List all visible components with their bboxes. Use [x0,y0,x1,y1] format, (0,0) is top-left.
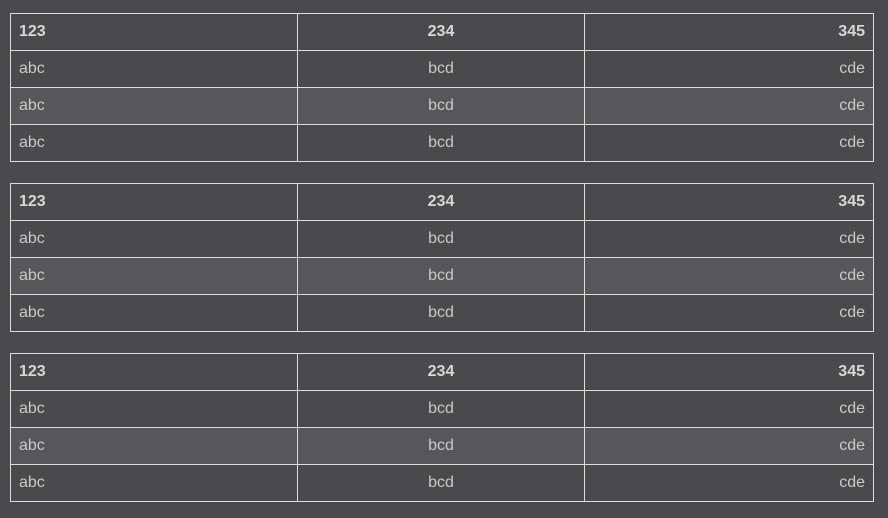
tables-container: 123 234 345 abc bcd cde abc bcd cde abc … [10,13,874,502]
table-cell: bcd [297,427,585,465]
table-row: abc bcd cde [10,427,874,465]
table-header-row: 123 234 345 [10,13,874,51]
table-cell: cde [584,124,874,162]
table-cell: bcd [297,390,585,428]
table-cell: bcd [297,87,585,125]
table-cell: cde [584,427,874,465]
table-cell: bcd [297,257,585,295]
table-row: abc bcd cde [10,220,874,258]
table-cell: bcd [297,50,585,88]
table-cell: cde [584,390,874,428]
table-cell: bcd [297,464,585,502]
table-cell: cde [584,294,874,332]
data-table-2: 123 234 345 abc bcd cde abc bcd cde abc … [10,183,874,332]
table-row: abc bcd cde [10,294,874,332]
table-cell: cde [584,464,874,502]
header-cell: 123 [10,353,298,391]
table-row: abc bcd cde [10,124,874,162]
table-row: abc bcd cde [10,464,874,502]
table-cell: cde [584,220,874,258]
header-cell: 234 [297,353,585,391]
table-cell: abc [10,124,298,162]
header-cell: 345 [584,353,874,391]
table-header-row: 123 234 345 [10,353,874,391]
data-table-3: 123 234 345 abc bcd cde abc bcd cde abc … [10,353,874,502]
table-cell: abc [10,427,298,465]
header-cell: 345 [584,183,874,221]
header-cell: 123 [10,183,298,221]
table-cell: abc [10,464,298,502]
data-table-1: 123 234 345 abc bcd cde abc bcd cde abc … [10,13,874,162]
table-cell: abc [10,390,298,428]
table-row: abc bcd cde [10,87,874,125]
table-cell: bcd [297,294,585,332]
table-cell: abc [10,257,298,295]
header-cell: 123 [10,13,298,51]
table-cell: cde [584,50,874,88]
table-cell: cde [584,257,874,295]
table-cell: abc [10,294,298,332]
table-cell: abc [10,87,298,125]
table-cell: bcd [297,124,585,162]
table-cell: bcd [297,220,585,258]
header-cell: 234 [297,183,585,221]
table-row: abc bcd cde [10,390,874,428]
table-cell: abc [10,220,298,258]
table-cell: cde [584,87,874,125]
table-row: abc bcd cde [10,257,874,295]
header-cell: 234 [297,13,585,51]
table-row: abc bcd cde [10,50,874,88]
table-header-row: 123 234 345 [10,183,874,221]
header-cell: 345 [584,13,874,51]
table-cell: abc [10,50,298,88]
